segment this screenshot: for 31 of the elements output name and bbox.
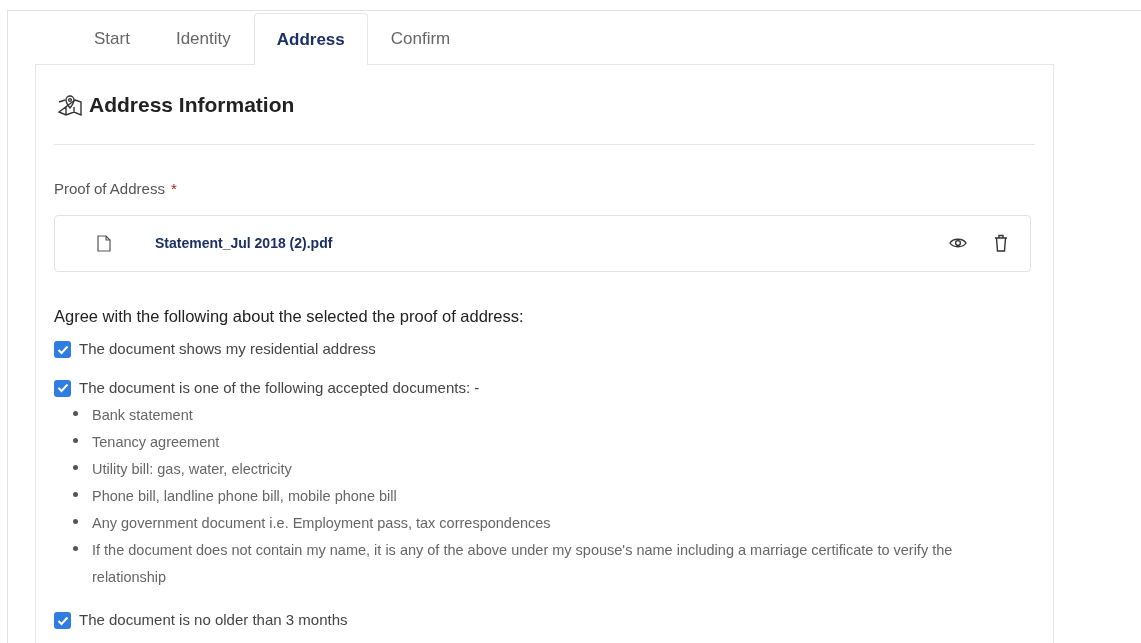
checkbox-label: The document is one of the following accepted documents: - — [79, 377, 480, 398]
list-item: Phone bill, landline phone bill, mobile phone bill — [92, 487, 397, 507]
list-item: Any government document i.e. Employment pass, tax correspondences — [92, 514, 551, 534]
file-icon — [97, 234, 111, 252]
view-icon[interactable] — [949, 237, 967, 249]
checkbox[interactable] — [54, 379, 71, 397]
bullet-icon — [73, 411, 78, 417]
agreement-heading: Agree with the following about the selected the proof of address: — [54, 305, 525, 327]
list-item: Tenancy agreement — [92, 433, 220, 453]
checkbox[interactable] — [54, 612, 71, 629]
file-link[interactable]: Statement_Jul 2018 (2).pdf — [155, 232, 333, 254]
bullet-icon — [73, 492, 78, 498]
bullet-icon — [73, 519, 78, 525]
list-item: If the document does not contain my name, it is any of the above under my spouse's name including a marriage certificate to verify the relationship — [92, 541, 954, 588]
required-mark: * — [170, 179, 177, 199]
section-title: Address Information — [89, 91, 295, 118]
bullet-icon — [73, 546, 78, 552]
checkbox-label: The document shows my residential address — [79, 339, 376, 360]
bullet-icon — [73, 438, 78, 444]
tab[interactable]: Start — [79, 13, 145, 65]
tab[interactable]: Address — [253, 13, 368, 65]
checkbox[interactable] — [54, 341, 71, 358]
checkbox-label: The document is no older than 3 months — [79, 610, 348, 631]
list-item: Bank statement — [92, 406, 193, 426]
list-item: Utility bill: gas, water, electricity — [92, 460, 292, 480]
map-pin-icon — [57, 92, 83, 117]
field-label: Proof of Address — [54, 179, 165, 199]
bullet-icon — [73, 465, 78, 471]
tab[interactable]: Confirm — [375, 13, 466, 65]
trash-icon[interactable] — [994, 234, 1008, 252]
tab[interactable]: Identity — [160, 13, 246, 65]
